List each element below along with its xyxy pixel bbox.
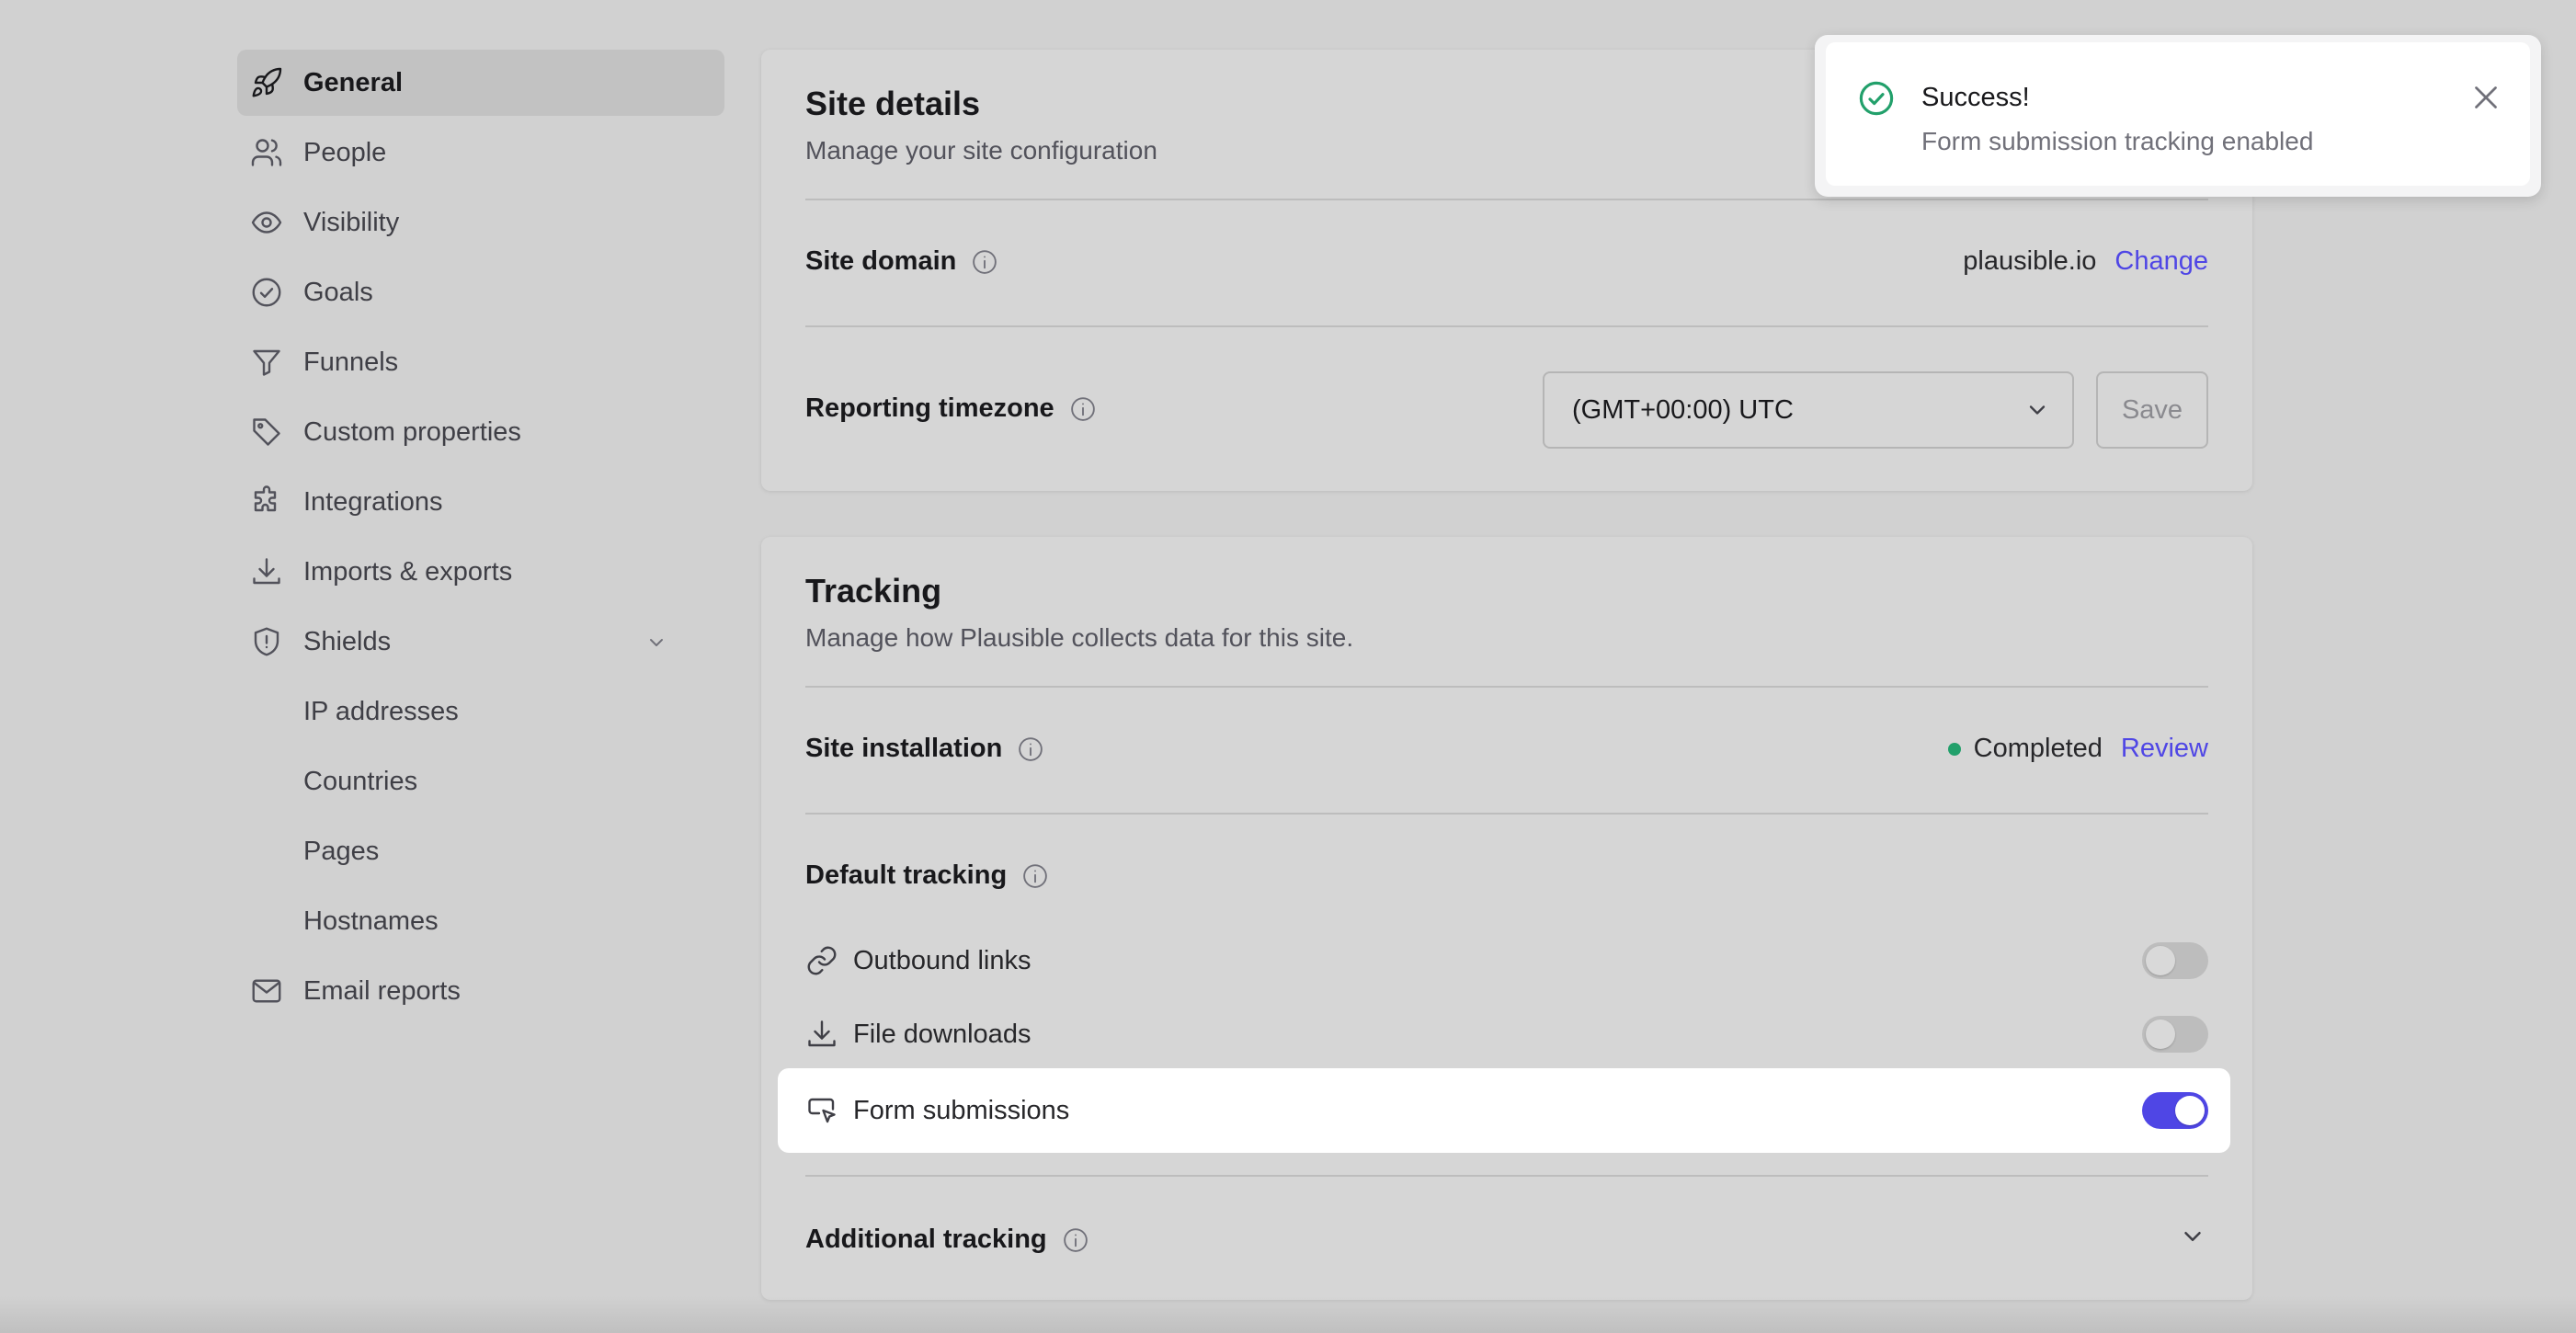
tracking-card: Tracking Manage how Plausible collects d…: [761, 537, 2252, 1300]
sidebar-item-label: Imports & exports: [303, 556, 513, 587]
tracking-option-outbound-links: Outbound links: [805, 929, 2208, 993]
funnel-icon: [250, 346, 283, 379]
default-tracking-label: Default tracking: [805, 860, 1049, 891]
site-domain-value: plausible.io: [1963, 246, 2097, 276]
site-installation-label-text: Site installation: [805, 734, 1003, 763]
sidebar-item-funnels[interactable]: Funnels: [237, 329, 724, 395]
tracking-option-form-submissions: Form submissions: [778, 1068, 2230, 1153]
toast-message: Form submission tracking enabled: [1921, 127, 2314, 155]
form-submissions-toggle[interactable]: [2142, 1092, 2208, 1129]
info-icon[interactable]: [1069, 395, 1097, 423]
timezone-select-value: (GMT+00:00) UTC: [1572, 394, 1794, 425]
toast-body: Success! Form submission tracking enable…: [1826, 42, 2530, 186]
tracking-option-label: File downloads: [853, 1019, 1032, 1049]
card-subtitle: Manage your site configuration: [805, 136, 1157, 165]
info-icon[interactable]: [1062, 1226, 1089, 1254]
divider: [805, 325, 2208, 327]
envelope-icon: [250, 974, 283, 1008]
sidebar-item-label: People: [303, 137, 387, 167]
file-downloads-toggle[interactable]: [2142, 1016, 2208, 1053]
info-icon[interactable]: [1021, 862, 1049, 890]
download-icon: [250, 555, 283, 588]
sidebar-item-label: Pages: [303, 836, 380, 866]
chevron-down-icon: [2024, 397, 2050, 423]
toggle-knob: [2175, 1096, 2205, 1125]
additional-tracking-label[interactable]: Additional tracking: [805, 1225, 1089, 1255]
sidebar-item-imports-exports[interactable]: Imports & exports: [237, 539, 724, 605]
tracking-option-label: Form submissions: [853, 1095, 1070, 1125]
default-tracking-label-text: Default tracking: [805, 860, 1008, 890]
sidebar-item-email-reports[interactable]: Email reports: [237, 958, 724, 1024]
sidebar-item-people[interactable]: People: [237, 120, 724, 186]
timezone-select[interactable]: (GMT+00:00) UTC: [1543, 371, 2074, 449]
sidebar-item-hostnames[interactable]: Hostnames: [237, 888, 724, 954]
check-circle-icon: [250, 276, 283, 309]
toast-title: Success!: [1921, 83, 2030, 112]
sidebar-item-integrations[interactable]: Integrations: [237, 469, 724, 535]
review-installation-link[interactable]: Review: [2121, 734, 2208, 764]
sidebar-item-visibility[interactable]: Visibility: [237, 189, 724, 256]
puzzle-icon: [250, 485, 283, 518]
sidebar-item-general[interactable]: General: [237, 50, 724, 116]
additional-tracking-label-text: Additional tracking: [805, 1225, 1047, 1254]
sidebar-item-label: Goals: [303, 277, 373, 307]
sidebar-item-label: Custom properties: [303, 416, 521, 447]
info-icon[interactable]: [1017, 735, 1044, 763]
divider: [805, 686, 2208, 688]
bottom-shadow: [0, 1296, 2576, 1333]
rocket-icon: [250, 66, 283, 99]
divider: [805, 813, 2208, 815]
sidebar-item-pages[interactable]: Pages: [237, 818, 724, 884]
installation-status: Completed: [1973, 734, 2103, 763]
chevron-down-icon[interactable]: [2179, 1223, 2206, 1250]
site-domain-label-text: Site domain: [805, 246, 957, 276]
sidebar-item-goals[interactable]: Goals: [237, 259, 724, 325]
eye-icon: [250, 206, 283, 239]
tracking-option-file-downloads: File downloads: [805, 1002, 2208, 1066]
tag-icon: [250, 416, 283, 449]
sidebar-item-ip-addresses[interactable]: IP addresses: [237, 678, 724, 745]
link-icon: [805, 944, 838, 977]
card-title: Tracking: [805, 572, 942, 610]
sidebar-item-shields[interactable]: Shields: [237, 609, 724, 675]
info-icon[interactable]: [971, 248, 998, 276]
installation-status-row: Completed Review: [1947, 734, 2208, 764]
change-domain-link[interactable]: Change: [2114, 246, 2208, 277]
close-icon[interactable]: [2469, 81, 2502, 114]
outbound-links-toggle[interactable]: [2142, 942, 2208, 979]
chevron-down-icon: [645, 631, 667, 653]
card-subtitle: Manage how Plausible collects data for t…: [805, 623, 1354, 652]
divider: [805, 1175, 2208, 1177]
divider: [805, 199, 2208, 200]
shield-icon: [250, 625, 283, 658]
reporting-timezone-label-text: Reporting timezone: [805, 393, 1054, 423]
save-button[interactable]: Save: [2096, 371, 2208, 449]
settings-sidebar: General People Visibility Goals Funnels …: [237, 50, 724, 1006]
site-domain-label: Site domain: [805, 246, 998, 277]
sidebar-item-label: Integrations: [303, 486, 443, 517]
sidebar-item-label: General: [303, 67, 403, 97]
site-domain-value-row: plausible.io Change: [1963, 246, 2208, 277]
check-circle-icon: [1857, 79, 1896, 118]
sidebar-item-countries[interactable]: Countries: [237, 748, 724, 815]
sidebar-item-label: Email reports: [303, 975, 461, 1006]
status-dot: [1947, 742, 1961, 756]
toggle-knob: [2146, 946, 2175, 975]
sidebar-item-label: Shields: [303, 626, 392, 656]
sidebar-item-label: Visibility: [303, 207, 400, 237]
reporting-timezone-label: Reporting timezone: [805, 393, 1097, 424]
toggle-knob: [2146, 1020, 2175, 1049]
sidebar-item-custom-properties[interactable]: Custom properties: [237, 399, 724, 465]
site-installation-label: Site installation: [805, 734, 1044, 764]
sidebar-item-label: IP addresses: [303, 696, 459, 726]
card-title: Site details: [805, 85, 981, 122]
tracking-option-label: Outbound links: [853, 945, 1032, 975]
download-icon: [805, 1018, 838, 1051]
sidebar-item-label: Funnels: [303, 347, 399, 377]
sidebar-item-label: Countries: [303, 766, 418, 796]
success-toast: Success! Form submission tracking enable…: [1815, 35, 2541, 197]
people-icon: [250, 136, 283, 169]
sidebar-item-label: Hostnames: [303, 906, 439, 936]
form-cursor-icon: [805, 1094, 838, 1127]
